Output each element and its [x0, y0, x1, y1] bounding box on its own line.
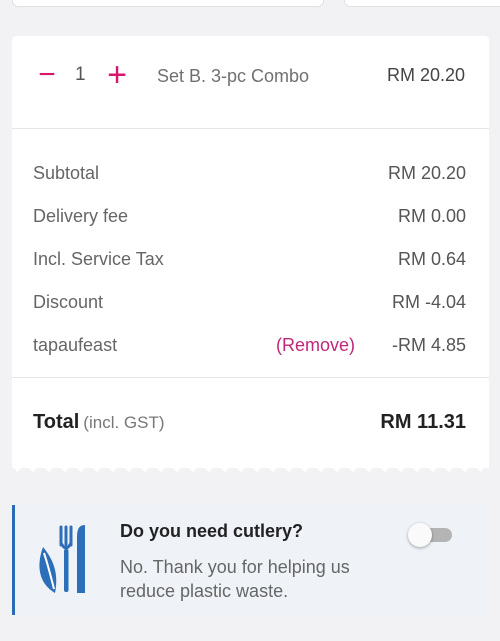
item-name: Set B. 3-pc Combo: [157, 66, 310, 86]
voucher-value: -RM 4.85: [391, 335, 466, 355]
remove-voucher-link[interactable]: (Remove): [276, 335, 355, 356]
previous-card-left: [12, 0, 324, 7]
service-tax-label: Incl. Service Tax: [33, 249, 164, 269]
cutlery-toggle[interactable]: [408, 523, 454, 547]
item-price: RM 20.20: [386, 65, 465, 85]
voucher-row: tapaufeast (Remove) -RM 4.85: [12, 335, 489, 365]
increase-quantity-button[interactable]: +: [103, 58, 131, 92]
service-tax-row: Incl. Service Tax RM 0.64: [12, 249, 489, 279]
service-tax-value: RM 0.64: [397, 249, 466, 269]
leaf-cutlery-icon: [39, 525, 85, 593]
delivery-fee-row: Delivery fee RM 0.00: [12, 206, 489, 236]
cart-item-row: − 1 + Set B. 3-pc Combo RM 20.20: [12, 36, 489, 128]
toggle-thumb: [408, 523, 432, 547]
total-value: RM 11.31: [380, 411, 466, 433]
cutlery-option-card: Do you need cutlery? No. Thank you for h…: [12, 505, 490, 615]
total-text: Total: [33, 411, 80, 433]
delivery-fee-value: RM 0.00: [397, 206, 466, 226]
discount-value: RM -4.04: [391, 292, 466, 312]
previous-card-right: [344, 0, 500, 7]
voucher-code-label: tapaufeast: [33, 335, 118, 355]
total-label: Total (incl. GST): [33, 411, 165, 434]
total-note: (incl. GST): [83, 413, 165, 432]
divider: [12, 128, 489, 129]
cart-summary-card: − 1 + Set B. 3-pc Combo RM 20.20 Subtota…: [12, 36, 489, 468]
divider: [12, 377, 489, 378]
subtotal-label: Subtotal: [33, 163, 100, 183]
cutlery-description: No. Thank you for helping us reduce plas…: [120, 557, 350, 601]
discount-row: Discount RM -4.04: [12, 292, 489, 322]
receipt-zigzag-edge: [12, 460, 489, 472]
cutlery-question: Do you need cutlery?: [120, 521, 304, 541]
subtotal-value: RM 20.20: [387, 163, 466, 183]
delivery-fee-label: Delivery fee: [33, 206, 129, 226]
quantity-value: 1: [75, 64, 86, 85]
decrease-quantity-button[interactable]: −: [36, 60, 58, 90]
subtotal-row: Subtotal RM 20.20: [12, 163, 489, 193]
discount-label: Discount: [33, 292, 104, 312]
